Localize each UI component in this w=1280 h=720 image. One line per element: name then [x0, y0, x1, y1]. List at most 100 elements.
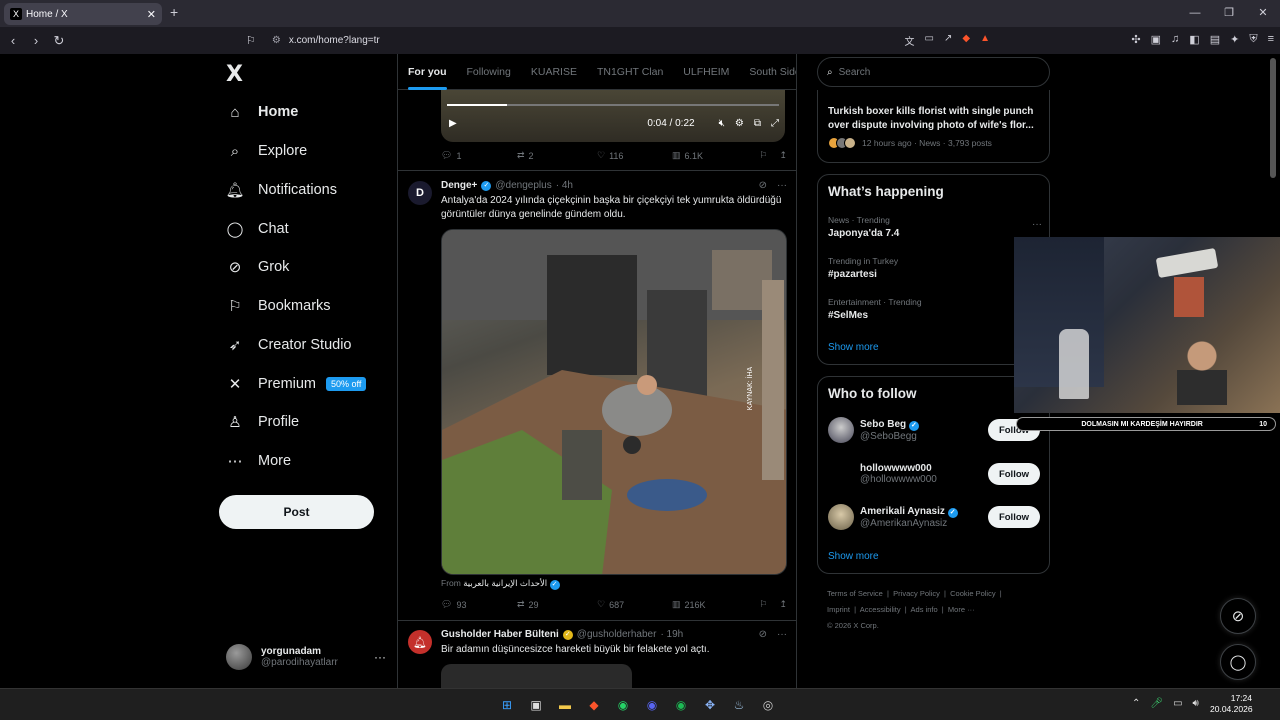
network-icon[interactable]: ▭ [1173, 698, 1182, 709]
trend-item[interactable]: Entertainment · Trending #SelMes [828, 297, 1042, 321]
nav-item-chat[interactable]: ◯ Chat [226, 214, 289, 244]
obs-icon[interactable]: ◎ [758, 695, 778, 715]
more-dots-icon[interactable]: ··· [374, 650, 386, 664]
back-icon[interactable]: ‹ [3, 33, 23, 48]
follow-suggestion[interactable]: Amerikali Aynasiz ✓ @AmerikanAynasiz Fol… [828, 504, 1040, 530]
tweet-time[interactable]: · 4h [556, 180, 573, 191]
like-button[interactable]: ♡ 687 [597, 599, 672, 610]
footer-link[interactable]: More ··· [948, 605, 975, 614]
steam-icon[interactable]: ♨ [729, 695, 749, 715]
more-dots-icon[interactable]: ··· [777, 180, 787, 191]
share-icon[interactable]: ↥ [779, 599, 787, 610]
close-window-button[interactable]: ✕ [1246, 0, 1280, 27]
follow-button[interactable]: Follow [988, 463, 1040, 485]
discord-icon[interactable]: ◉ [642, 695, 662, 715]
avatar[interactable]: D [408, 181, 432, 205]
ai-icon[interactable]: ✦ [1230, 33, 1239, 46]
tab-kuarise[interactable]: KUARISE [531, 66, 577, 78]
footer-link[interactable]: Cookie Policy [950, 589, 995, 598]
x-logo-icon[interactable]: X [226, 62, 243, 87]
trend-item[interactable]: Trending in Turkey #pazartesi [828, 256, 1042, 280]
brave-shields-icon[interactable]: ◆ [962, 33, 970, 48]
show-more-link[interactable]: Show more [828, 551, 879, 562]
translate-icon[interactable]: 文 [905, 33, 915, 48]
brave-rewards-icon[interactable]: ▲ [980, 33, 990, 48]
spotify-icon[interactable]: ◉ [671, 695, 691, 715]
tab-close-icon[interactable]: ✕ [147, 8, 156, 21]
footer-link[interactable]: Imprint [827, 605, 850, 614]
extensions-icon[interactable]: ✣ [1131, 33, 1140, 46]
account-switcher[interactable]: yorgunadam @parodihayatlarr ··· [226, 644, 386, 670]
reload-icon[interactable]: ↻ [49, 33, 69, 49]
taskbar-clock[interactable]: 17:24 20.04.2026 [1210, 693, 1253, 715]
tab-for-you[interactable]: For you [408, 66, 447, 90]
bookmark-icon[interactable]: ⚐ [759, 599, 767, 610]
grok-fab-button[interactable]: ⊘ [1220, 598, 1256, 634]
show-more-link[interactable]: Show more [828, 342, 879, 353]
wallet-icon[interactable]: ▣ [1151, 33, 1161, 46]
media-icon[interactable]: ♫ [1171, 33, 1179, 46]
more-dots-icon[interactable]: ··· [777, 629, 787, 640]
search-input[interactable]: ⌕ Search [817, 57, 1050, 87]
share-icon[interactable]: ↥ [779, 150, 787, 161]
views-button[interactable]: ▥ 6.1K [672, 150, 754, 161]
sidebar-icon[interactable]: ◧ [1189, 33, 1199, 46]
minimize-button[interactable]: — [1178, 0, 1212, 27]
settings-icon[interactable]: ⚙ [735, 118, 744, 129]
nav-item-more[interactable]: ⋯ More [226, 446, 292, 476]
tab-tn1ght-clan[interactable]: TN1GHT Clan [597, 66, 663, 78]
post-button[interactable]: Post [219, 495, 374, 529]
follow-suggestion[interactable]: Sebo Beg ✓ @SeboBegg Follow [828, 417, 1040, 443]
chat-fab-button[interactable]: ◯ [1220, 644, 1256, 680]
tweet-time[interactable]: · 19h [660, 629, 683, 640]
tweet-media-preview[interactable] [441, 664, 632, 688]
follow-button[interactable]: Follow [988, 506, 1040, 528]
windows-start-icon[interactable]: ⊞ [497, 695, 517, 715]
footer-link[interactable]: Accessibility [860, 605, 901, 614]
whatsapp-icon[interactable]: ◉ [613, 695, 633, 715]
maximize-button[interactable]: ❐ [1212, 0, 1246, 27]
browser-tab[interactable]: X Home / X ✕ [4, 3, 162, 25]
nav-item-home[interactable]: ⌂ Home [226, 97, 298, 127]
volume-icon[interactable]: 🔊︎ [1193, 698, 1199, 709]
fullscreen-icon[interactable]: ⤢ [771, 118, 779, 129]
like-button[interactable]: ♡ 116 [597, 150, 672, 161]
tab-ulfheim[interactable]: ULFHEIM [683, 66, 729, 78]
nav-item-explore[interactable]: ⌕ Explore [226, 136, 307, 166]
play-icon[interactable]: ▶ [449, 118, 457, 129]
video-player[interactable]: ▶ 0:04 / 0:22 🔇︎ ⚙ ⧉ ⤢ [441, 90, 785, 142]
tray-expand-icon[interactable]: ⌃ [1132, 698, 1140, 709]
news-title[interactable]: Turkish boxer kills florist with single … [828, 105, 1042, 133]
repost-button[interactable]: ⇄ 2 [517, 150, 597, 161]
pip-icon[interactable]: ⧉ [754, 118, 761, 129]
tweet-video[interactable]: KAYNAK: İHA [441, 229, 787, 575]
footer-link[interactable]: Privacy Policy [893, 589, 940, 598]
bookmark-page-icon[interactable]: ⚐ [246, 34, 256, 47]
app-icon[interactable]: ✥ [700, 695, 720, 715]
microphone-icon[interactable]: 🎤︎ [1150, 698, 1163, 709]
author-name[interactable]: Gusholder Haber Bülteni [441, 629, 559, 640]
menu-icon[interactable]: ≡ [1268, 33, 1274, 46]
avatar[interactable]: 🔔︎ [408, 630, 432, 654]
task-view-icon[interactable]: ▣ [526, 695, 546, 715]
author-handle[interactable]: @gusholderhaber [577, 629, 657, 640]
grok-icon[interactable]: ⊘ [759, 180, 767, 191]
share-icon[interactable]: ↗ [944, 33, 952, 48]
video-progress-bar[interactable] [447, 104, 779, 106]
tab-icon[interactable]: ▤ [1210, 33, 1220, 46]
nav-item-profile[interactable]: ♙ Profile [226, 407, 299, 437]
nav-item-grok[interactable]: ⊘ Grok [226, 252, 290, 282]
reply-button[interactable]: 💬︎ 93 [441, 599, 517, 610]
author-name[interactable]: Denge+ [441, 180, 477, 191]
news-card[interactable]: Turkish boxer kills florist with single … [817, 90, 1050, 163]
address-bar[interactable]: ⚐ ⚙ x.com/home?lang=tr 文 ▭ ↗ ◆ ▲ [246, 30, 990, 51]
vpn-icon[interactable]: ⛨ [1249, 33, 1257, 46]
bookmark-icon[interactable]: ⚐ [759, 150, 767, 161]
from-source-link[interactable]: الأحداث الإيرانية بالعربية [463, 578, 547, 588]
nav-item-creator-studio[interactable]: ➶ Creator Studio [226, 330, 352, 360]
nav-item-premium[interactable]: ✕ Premium 50% off [226, 369, 367, 399]
nav-item-bookmarks[interactable]: ⚐ Bookmarks [226, 291, 330, 321]
file-explorer-icon[interactable]: ▬ [555, 695, 575, 715]
forward-icon[interactable]: › [26, 33, 46, 48]
repost-button[interactable]: ⇄ 29 [517, 599, 597, 610]
